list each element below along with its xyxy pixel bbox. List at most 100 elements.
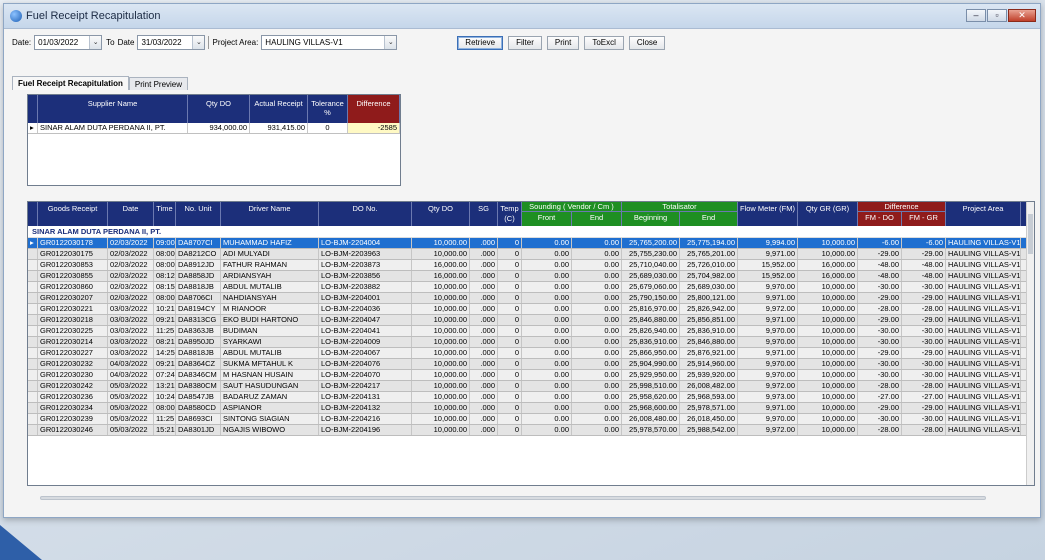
cell-qty-gr: 10,000.00 xyxy=(798,348,858,358)
print-button[interactable]: Print xyxy=(546,35,580,50)
table-row[interactable]: GR0122030221 03/03/2022 10:21 DA8194CY M RIA… xyxy=(28,304,1034,315)
close-icon[interactable]: ✕ xyxy=(1008,9,1036,22)
cell-project: HAULING VILLAS-V1 xyxy=(948,337,1021,347)
filter-button[interactable]: Filter xyxy=(508,35,542,50)
cell-tot-end: 26,008,482.00 xyxy=(680,381,738,391)
table-row[interactable]: GR0122030214 03/03/2022 08:21 DA8950JD SYARK… xyxy=(28,337,1034,348)
vertical-scrollbar[interactable] xyxy=(1026,202,1034,485)
cell-project: HAULING VILLAS-V1 xyxy=(948,282,1021,292)
row-indicator xyxy=(28,359,38,369)
cell-fm: 9,973.00 xyxy=(738,392,798,402)
cell-front: 0.00 xyxy=(522,315,572,325)
cell-sg: .000 xyxy=(470,249,498,259)
cell-qty-do: 10,000.00 xyxy=(412,403,470,413)
cell-front: 0.00 xyxy=(522,282,572,292)
cell-temp: 0 xyxy=(498,282,522,292)
cell-qty-do: 10,000.00 xyxy=(412,282,470,292)
table-row[interactable]: GR0122030853 02/03/2022 08:00 DA8912JD FATHU… xyxy=(28,260,1034,271)
chevron-down-icon[interactable]: ⌄ xyxy=(192,36,205,49)
project-area-select[interactable]: HAULING VILLAS-V1 ⌄ xyxy=(261,35,398,50)
cell-tot-end: 25,876,921.00 xyxy=(680,348,738,358)
table-row[interactable]: GR0122030236 05/03/2022 10:24 DA8547JB BADAR… xyxy=(28,392,1034,403)
close-button[interactable]: Close xyxy=(628,35,666,50)
cell-front: 0.00 xyxy=(522,271,572,281)
table-row[interactable]: GR0122030207 02/03/2022 08:00 DA8706CI NAHDI… xyxy=(28,293,1034,304)
row-indicator xyxy=(28,249,38,259)
cell-temp: 0 xyxy=(498,337,522,347)
horizontal-scrollbar[interactable] xyxy=(40,496,986,500)
table-row[interactable]: ▸ GR0122030178 02/03/2022 09:00 DA8707CI MUHA… xyxy=(28,238,1034,249)
cell-time: 15:21 xyxy=(156,425,176,435)
cell-sg: .000 xyxy=(470,381,498,391)
cell-fm-do: -29.00 xyxy=(858,293,902,303)
table-row[interactable]: GR0122030242 05/03/2022 13:21 DA8380CM SAUT … xyxy=(28,381,1034,392)
restore-icon[interactable]: ▫ xyxy=(987,9,1007,22)
table-row[interactable]: GR0122030230 04/03/2022 07:24 DA8346CM M HAS… xyxy=(28,370,1034,381)
cell-tot-end: 25,775,194.00 xyxy=(680,238,738,248)
cell-date: 05/03/2022 xyxy=(108,381,154,391)
cell-qty-gr: 10,000.00 xyxy=(798,293,858,303)
table-row[interactable]: GR0122030232 04/03/2022 09:21 DA8364CZ SUKMA… xyxy=(28,359,1034,370)
cell-do: LO-BJM-2204216 xyxy=(319,414,412,424)
cell-fm-gr: -27.00 xyxy=(902,392,946,402)
cell-tot-end: 25,689,030.00 xyxy=(680,282,738,292)
cell-end: 0.00 xyxy=(572,392,622,402)
summary-row[interactable]: ▸ SINAR ALAM DUTA PERDANA II, PT. 934,00… xyxy=(28,123,400,134)
cell-unit: DA8301JD xyxy=(176,425,221,435)
header-qty-do: Qty DO xyxy=(412,202,470,226)
cell-do: LO-BJM-2204041 xyxy=(319,326,412,336)
cell-fm-do: -30.00 xyxy=(858,337,902,347)
cell-temp: 0 xyxy=(498,271,522,281)
scroll-thumb[interactable] xyxy=(1028,214,1033,254)
cell-driver: NAHDIANSYAH xyxy=(221,293,319,303)
minimize-icon[interactable]: – xyxy=(966,9,986,22)
cell-fm-gr: -30.00 xyxy=(902,337,946,347)
cell-sg: .000 xyxy=(470,348,498,358)
row-indicator xyxy=(28,282,38,292)
chevron-down-icon[interactable]: ⌄ xyxy=(89,36,102,49)
tab-bar: Fuel Receipt Recapitulation Print Previe… xyxy=(12,76,189,90)
cell-unit: DA8364CZ xyxy=(176,359,221,369)
chevron-down-icon[interactable]: ⌄ xyxy=(384,36,397,49)
cell-fm-do: -28.00 xyxy=(858,425,902,435)
header-sounding: Sounding ( Vendor / Cm ) xyxy=(522,202,621,212)
cell-fm: 15,952.00 xyxy=(738,260,798,270)
tab-fuel-receipt-recapitulation[interactable]: Fuel Receipt Recapitulation xyxy=(12,76,129,90)
table-row[interactable]: GR0122030860 02/03/2022 08:15 DA8818JB ABDUL… xyxy=(28,282,1034,293)
retrieve-button[interactable]: Retrieve xyxy=(457,35,504,50)
cell-date: 04/03/2022 xyxy=(108,359,154,369)
table-row[interactable]: GR0122030234 05/03/2022 08:00 DA8580CD ASPIA… xyxy=(28,403,1034,414)
cell-tot-begin: 25,998,510.00 xyxy=(622,381,680,391)
cell-qty-gr: 10,000.00 xyxy=(798,403,858,413)
to-excel-button[interactable]: ToExcl xyxy=(584,35,624,50)
cell-unit: DA8818JB xyxy=(176,282,221,292)
cell-temp: 0 xyxy=(498,249,522,259)
cell-date: 05/03/2022 xyxy=(108,425,154,435)
table-row[interactable]: GR0122030175 02/03/2022 08:00 DA8212CO ADI M… xyxy=(28,249,1034,260)
header-sounding-group: Sounding ( Vendor / Cm ) Front End xyxy=(522,202,622,226)
cell-fm: 9,971.00 xyxy=(738,403,798,413)
date-to-picker[interactable]: 31/03/2022 ⌄ xyxy=(137,35,206,50)
cell-end: 0.00 xyxy=(572,326,622,336)
date-from-picker[interactable]: 01/03/2022 ⌄ xyxy=(34,35,103,50)
cell-sg: .000 xyxy=(470,326,498,336)
header-sg: SG xyxy=(470,202,498,226)
cell-date: 02/03/2022 xyxy=(108,293,154,303)
cell-fm-do: -30.00 xyxy=(858,326,902,336)
table-row[interactable]: GR0122030855 02/03/2022 08:12 DA8858JD ARDIA… xyxy=(28,271,1034,282)
tab-print-preview[interactable]: Print Preview xyxy=(128,77,189,90)
cell-sg: .000 xyxy=(470,315,498,325)
table-row[interactable]: GR0122030227 03/03/2022 14:25 DA8818JB ABDUL… xyxy=(28,348,1034,359)
table-row[interactable]: GR0122030246 05/03/2022 15:21 DA8301JD NGAJI… xyxy=(28,425,1034,436)
cell-front: 0.00 xyxy=(522,381,572,391)
cell-tot-begin: 25,866,950.00 xyxy=(622,348,680,358)
cell-date: 02/03/2022 xyxy=(108,238,154,248)
table-row[interactable]: GR0122030225 03/03/2022 11:25 DA8363JB BUDIM… xyxy=(28,326,1034,337)
cell-gr: GR0122030178 xyxy=(38,238,108,248)
cell-time: 07:24 xyxy=(156,370,176,380)
table-row[interactable]: GR0122030218 03/03/2022 09:21 DA8313CG EKO B… xyxy=(28,315,1034,326)
summary-cell: 0 xyxy=(308,123,348,133)
table-row[interactable]: GR0122030239 05/03/2022 11:25 DA8693CI SINTO… xyxy=(28,414,1034,425)
cell-qty-gr: 10,000.00 xyxy=(798,370,858,380)
cell-sg: .000 xyxy=(470,359,498,369)
